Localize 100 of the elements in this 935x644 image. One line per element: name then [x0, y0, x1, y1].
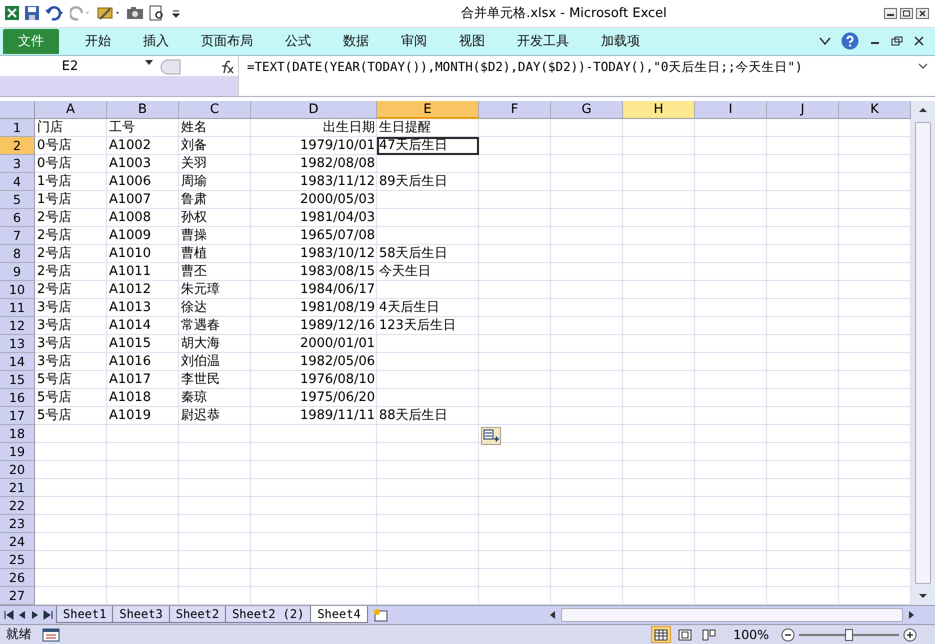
column-header[interactable]: K: [839, 100, 911, 119]
help-icon[interactable]: [841, 32, 859, 50]
scrollbar-thumb[interactable]: [561, 608, 903, 622]
sheet-tab[interactable]: Sheet4: [310, 606, 368, 624]
row-header[interactable]: 3: [0, 154, 35, 173]
previous-sheet-icon[interactable]: [17, 610, 27, 620]
row-header[interactable]: 26: [0, 568, 35, 587]
row-header[interactable]: 9: [0, 262, 35, 281]
ribbon-tab[interactable]: 加载项: [585, 28, 656, 54]
tools-icon[interactable]: [96, 5, 122, 22]
column-header[interactable]: E: [377, 100, 479, 119]
ribbon-tab[interactable]: 公式: [269, 28, 327, 54]
table-cell-text: 周瑜: [180, 172, 208, 191]
sheet-tab[interactable]: Sheet2 (2): [225, 606, 312, 624]
next-sheet-icon[interactable]: [30, 610, 40, 620]
table-cell-text: 李世民: [180, 370, 221, 389]
zoom-out-icon[interactable]: [781, 628, 795, 642]
minimize-icon[interactable]: [884, 8, 897, 19]
column-header[interactable]: H: [623, 100, 695, 119]
column-header[interactable]: J: [767, 100, 839, 119]
sheet-tab[interactable]: Sheet1: [56, 606, 114, 624]
column-header[interactable]: G: [551, 100, 623, 119]
table-cell-text: 姓名: [180, 118, 208, 137]
row-header[interactable]: 21: [0, 478, 35, 497]
select-all-corner[interactable]: [0, 100, 35, 119]
row-header[interactable]: 4: [0, 172, 35, 191]
column-header[interactable]: I: [695, 100, 767, 119]
table-cell-text: 曹植: [180, 244, 208, 263]
table-cell-text: 1982/08/08: [299, 154, 376, 173]
row-header[interactable]: 19: [0, 442, 35, 461]
restore-icon[interactable]: [891, 36, 903, 46]
row-header[interactable]: 12: [0, 316, 35, 335]
table-cell-text: 88天后生日: [378, 406, 449, 425]
row-header[interactable]: 7: [0, 226, 35, 245]
row-header[interactable]: 14: [0, 352, 35, 371]
zoom-slider-thumb[interactable]: [845, 628, 853, 641]
ribbon-tab[interactable]: 开始: [69, 28, 127, 54]
divider-handle-icon[interactable]: [158, 59, 182, 76]
ribbon-tab[interactable]: 数据: [327, 28, 385, 54]
row-header[interactable]: 23: [0, 514, 35, 533]
column-header[interactable]: A: [35, 100, 107, 119]
table-cell-text: 朱元璋: [180, 280, 221, 299]
row-header[interactable]: 24: [0, 532, 35, 551]
undo-icon[interactable]: [44, 5, 66, 22]
column-header[interactable]: B: [107, 100, 179, 119]
close-icon[interactable]: [916, 8, 929, 19]
new-sheet-icon[interactable]: [372, 608, 390, 622]
row-header[interactable]: 20: [0, 460, 35, 479]
first-sheet-icon[interactable]: [4, 610, 14, 620]
table-cell-text: 尉迟恭: [180, 406, 221, 425]
spreadsheet-icon[interactable]: [4, 5, 20, 22]
table-cell-text: 58天后生日: [378, 244, 449, 263]
row-header[interactable]: 11: [0, 298, 35, 317]
close-icon[interactable]: [913, 36, 925, 46]
row-header[interactable]: 16: [0, 388, 35, 407]
macro-record-icon[interactable]: [42, 628, 60, 642]
table-cell-text: 鲁肃: [180, 190, 208, 209]
row-header[interactable]: 10: [0, 280, 35, 299]
row-header[interactable]: 18: [0, 424, 35, 443]
row-header[interactable]: 17: [0, 406, 35, 425]
ribbon-tab[interactable]: 审阅: [385, 28, 443, 54]
table-cell-text: 门店: [36, 118, 64, 137]
column-header[interactable]: F: [479, 100, 551, 119]
ribbon-tab[interactable]: 插入: [127, 28, 185, 54]
sheet-tab[interactable]: Sheet3: [112, 606, 170, 624]
row-header[interactable]: 25: [0, 550, 35, 569]
ribbon-tab[interactable]: 视图: [443, 28, 501, 54]
restore-icon[interactable]: [900, 8, 913, 19]
column-header[interactable]: D: [251, 100, 377, 119]
table-cell: 47天后生日: [377, 136, 479, 155]
row-header[interactable]: 6: [0, 208, 35, 227]
normal-view-button[interactable]: [651, 626, 672, 644]
column-header[interactable]: C: [179, 100, 251, 119]
formula-input[interactable]: =TEXT(DATE(YEAR(TODAY()),MONTH($D2),DAY($D2))-TODAY(),"0天后生日;;今天生日"): [238, 56, 935, 96]
save-icon[interactable]: [24, 5, 40, 22]
row-header[interactable]: 2: [0, 136, 35, 155]
table-cell-text: A1002: [108, 136, 152, 155]
file-tab[interactable]: 文件: [3, 28, 59, 54]
collapse-ribbon-icon[interactable]: [819, 36, 831, 46]
last-sheet-icon[interactable]: [43, 610, 53, 620]
sheet-tab[interactable]: Sheet2: [168, 606, 226, 624]
row-header[interactable]: 27: [0, 586, 35, 605]
camera-icon[interactable]: [126, 5, 144, 22]
table-cell-text: 今天生日: [378, 262, 432, 281]
table-cell-text: 曹操: [180, 226, 208, 245]
row-header[interactable]: 1: [0, 118, 35, 137]
scrollbar-thumb[interactable]: [915, 122, 931, 584]
ribbon-tab[interactable]: 开发工具: [501, 28, 585, 54]
dropdown-arrow-icon[interactable]: [144, 59, 154, 68]
paste-options-icon[interactable]: [481, 426, 501, 445]
zoom-level[interactable]: 100%: [733, 627, 769, 642]
row-header[interactable]: 22: [0, 496, 35, 515]
ribbon-tab[interactable]: 页面布局: [185, 28, 269, 54]
row-header[interactable]: 5: [0, 190, 35, 209]
table-cell-text: 3号店: [36, 298, 72, 317]
row-header[interactable]: 13: [0, 334, 35, 353]
row-header[interactable]: 15: [0, 370, 35, 389]
table-cell-text: A1011: [108, 262, 152, 281]
zoom-in-icon[interactable]: [903, 628, 917, 642]
row-header[interactable]: 8: [0, 244, 35, 263]
